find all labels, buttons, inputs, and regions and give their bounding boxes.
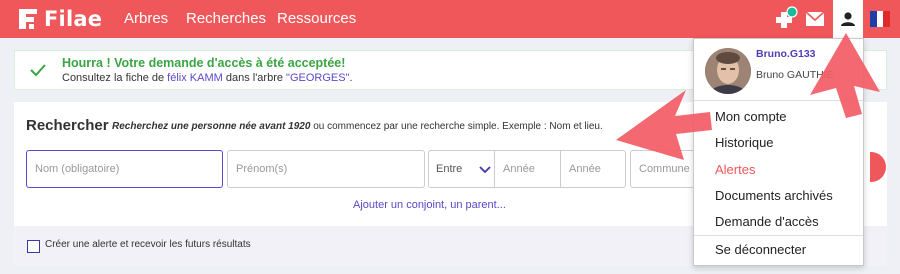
nav-recherches[interactable]: Recherches xyxy=(186,10,266,27)
create-alert-checkbox[interactable] xyxy=(27,240,40,253)
year-to-input[interactable]: Année xyxy=(569,163,601,175)
filae-logo-icon xyxy=(19,9,37,29)
username: Bruno.G133 xyxy=(756,48,816,60)
year-from-input[interactable]: Année xyxy=(503,163,535,175)
search-submit-button[interactable] xyxy=(870,152,886,182)
range-divider-1 xyxy=(494,150,495,188)
search-hint-bold: Recherchez une personne née avant 1920 xyxy=(112,121,311,132)
menu-divider xyxy=(694,235,863,236)
search-hint: Recherchez une personne née avant 1920 o… xyxy=(112,121,603,132)
user-menu-button[interactable] xyxy=(833,0,863,38)
nav-ressources[interactable]: Ressources xyxy=(277,10,356,27)
banner-message: Consultez la fiche de félix KAMM dans l'… xyxy=(62,72,353,84)
banner-text-middle: dans l'arbre xyxy=(222,72,287,84)
france-flag-icon[interactable] xyxy=(870,11,890,27)
banner-text-suffix: . xyxy=(349,72,353,84)
top-navbar: Filae Arbres Recherches Ressources xyxy=(0,0,900,38)
range-select-value: Entre xyxy=(436,163,463,175)
person-link[interactable]: félix KAMM xyxy=(167,72,223,84)
avatar xyxy=(705,48,751,94)
tree-plus-icon[interactable] xyxy=(771,6,799,32)
add-relative-link[interactable]: Ajouter un conjoint, un parent... xyxy=(353,199,506,211)
menu-item-documents-archives[interactable]: Documents archivés xyxy=(715,188,833,203)
chevron-down-icon xyxy=(479,166,491,174)
mail-icon[interactable] xyxy=(805,11,825,27)
firstname-input[interactable]: Prénom(s) xyxy=(227,150,425,188)
menu-item-logout[interactable]: Se déconnecter xyxy=(715,242,806,257)
user-fullname: Bruno GAUTHIE xyxy=(756,69,834,81)
create-alert-label: Créer une alerte et recevoir les futurs … xyxy=(45,239,251,250)
search-title: Rechercher xyxy=(26,117,109,134)
user-dropdown-menu: Bruno.G133 Bruno GAUTHIE Mon compte Hist… xyxy=(693,38,864,266)
menu-item-alertes[interactable]: Alertes xyxy=(715,162,755,177)
filae-logo[interactable]: Filae xyxy=(16,5,102,33)
menu-item-demande-acces[interactable]: Demande d'accès xyxy=(715,214,819,229)
user-icon xyxy=(841,12,855,26)
nav-arbres[interactable]: Arbres xyxy=(124,10,168,27)
range-divider-2 xyxy=(560,150,561,188)
menu-item-mon-compte[interactable]: Mon compte xyxy=(715,109,787,124)
banner-text-prefix: Consultez la fiche de xyxy=(62,72,168,84)
check-icon xyxy=(30,64,46,77)
search-hint-rest: ou commencez par une recherche simple. E… xyxy=(310,121,603,132)
name-input[interactable]: Nom (obligatoire) xyxy=(26,150,223,188)
menu-item-historique[interactable]: Historique xyxy=(715,135,774,150)
menu-divider xyxy=(694,100,863,101)
banner-title: Hourra ! Votre demande d'accès à été acc… xyxy=(62,56,346,70)
tree-link[interactable]: "GEORGES" xyxy=(286,72,349,84)
logo-text: Filae xyxy=(44,7,103,31)
